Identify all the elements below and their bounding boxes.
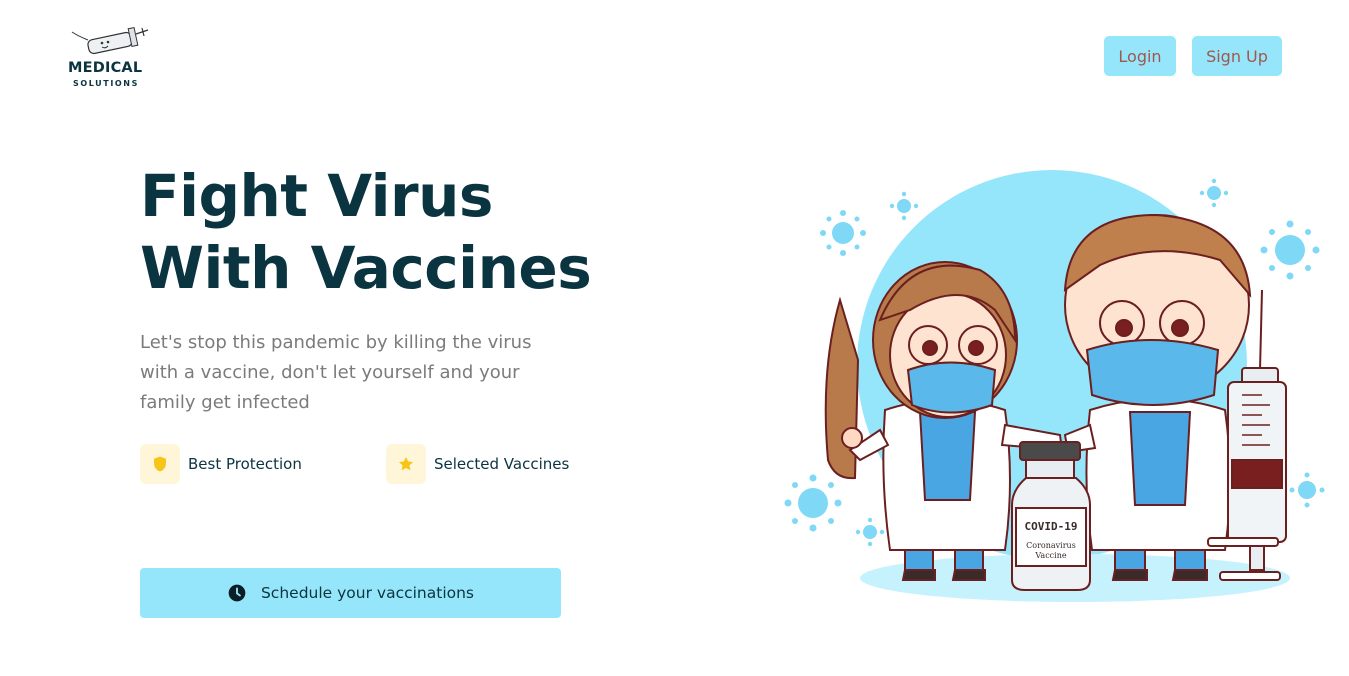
schedule-vaccination-label: Schedule your vaccinations: [260, 584, 475, 602]
hero-description: Let's stop this pandemic by killing the …: [140, 332, 532, 413]
schedule-vaccination-button[interactable]: Schedule your vaccinations: [140, 568, 561, 618]
hero-title-line-2: With Vaccines: [140, 234, 592, 302]
virus-icon: [1289, 472, 1325, 508]
virus-icon: [784, 474, 842, 532]
shield-icon: [140, 444, 180, 484]
feature-best-protection: Best Protection: [140, 444, 302, 484]
star-icon: [386, 444, 426, 484]
brand-tagline: SOLUTIONS: [73, 79, 139, 88]
syringe-logo-icon: [71, 26, 149, 55]
feature-label: Selected Vaccines: [434, 455, 570, 473]
hero-title: Fight Virus With Vaccines: [140, 160, 700, 304]
virus-icon: [1199, 178, 1229, 208]
virus-icon: [889, 191, 919, 221]
virus-icon: [855, 517, 885, 547]
feature-selected-vaccines: Selected Vaccines: [386, 444, 569, 484]
vial-label: COVID-19: [1025, 520, 1078, 533]
login-button[interactable]: Login: [1104, 36, 1176, 76]
virus-icon: [1260, 220, 1320, 280]
vial-sublabel: Vaccine: [1034, 551, 1066, 560]
brand-logo[interactable]: MEDICAL SOLUTIONS: [62, 24, 154, 94]
feature-label: Best Protection: [188, 455, 302, 473]
doctors-illustration: COVID-19 Coronavirus Vaccine: [780, 160, 1340, 610]
virus-icon: [820, 210, 866, 256]
hero-title-line-1: Fight Virus: [140, 162, 493, 230]
vial-sublabel: Coronavirus: [1026, 541, 1076, 550]
signup-button[interactable]: Sign Up: [1192, 36, 1282, 76]
clock-icon: [227, 583, 247, 603]
brand-name: MEDICAL: [68, 60, 143, 76]
